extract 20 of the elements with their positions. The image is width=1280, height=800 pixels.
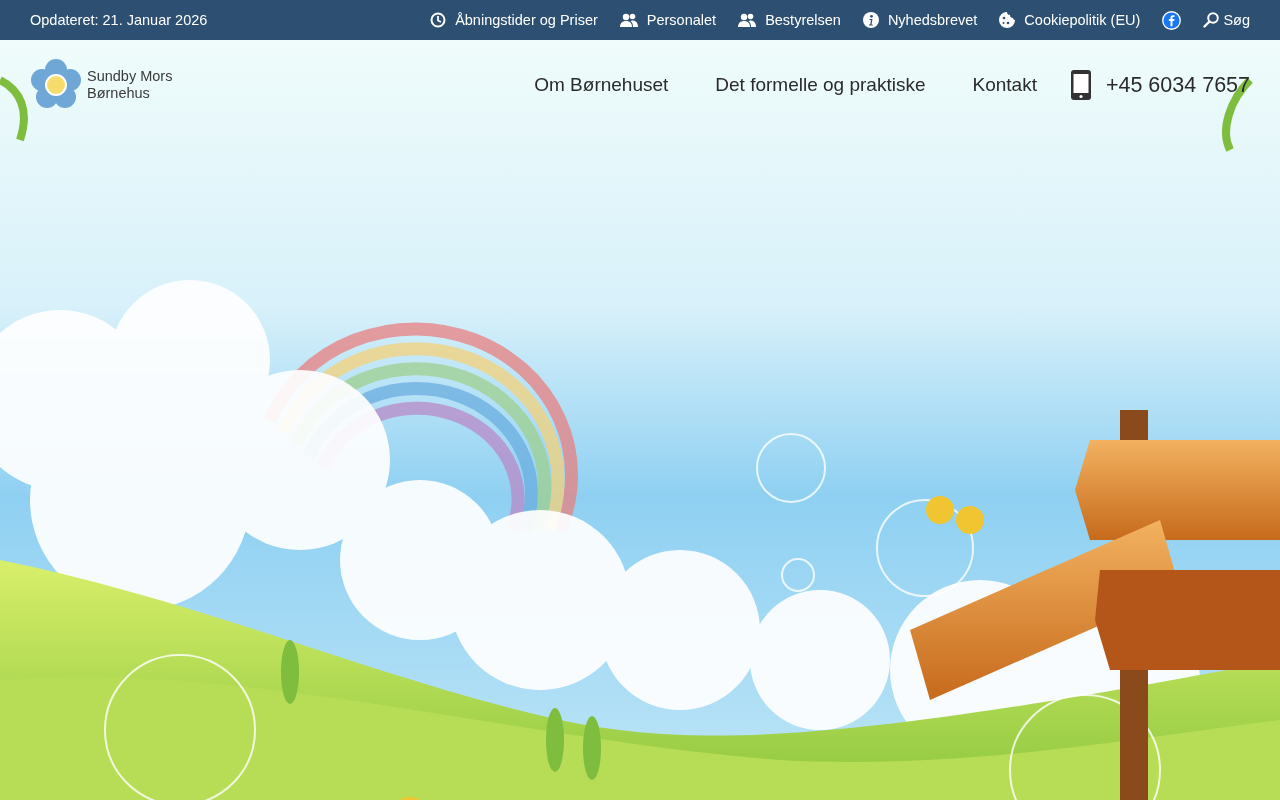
mobile-phone-icon [1069, 69, 1092, 101]
nav-link[interactable]: Det formelle og praktiske [715, 74, 926, 96]
info-icon [862, 12, 879, 28]
top-link[interactable]: Cookiepolitik (EU) [999, 12, 1141, 28]
search-icon [1203, 12, 1220, 28]
nav-link[interactable]: Kontakt [972, 74, 1037, 96]
people-icon [738, 13, 757, 27]
updated-date: Opdateret: 21. Januar 2026 [30, 12, 208, 28]
top-link[interactable]: Personalet [619, 12, 717, 28]
top-link[interactable]: Nyhedsbrevet [862, 12, 978, 28]
top-link[interactable]: Bestyrelsen [738, 12, 841, 28]
people-icon [619, 13, 638, 27]
top-link[interactable]: Åbningstider og Priser [430, 12, 598, 28]
flower-icon [30, 59, 82, 111]
facebook-icon[interactable] [1162, 10, 1182, 30]
clock-icon [430, 12, 447, 28]
site-logo[interactable]: Sundby Mors Børnehus [30, 59, 173, 111]
search-link[interactable]: Søg [1203, 12, 1250, 28]
nav-link[interactable]: Om Børnehuset [534, 74, 669, 96]
cookie-icon [999, 12, 1016, 28]
